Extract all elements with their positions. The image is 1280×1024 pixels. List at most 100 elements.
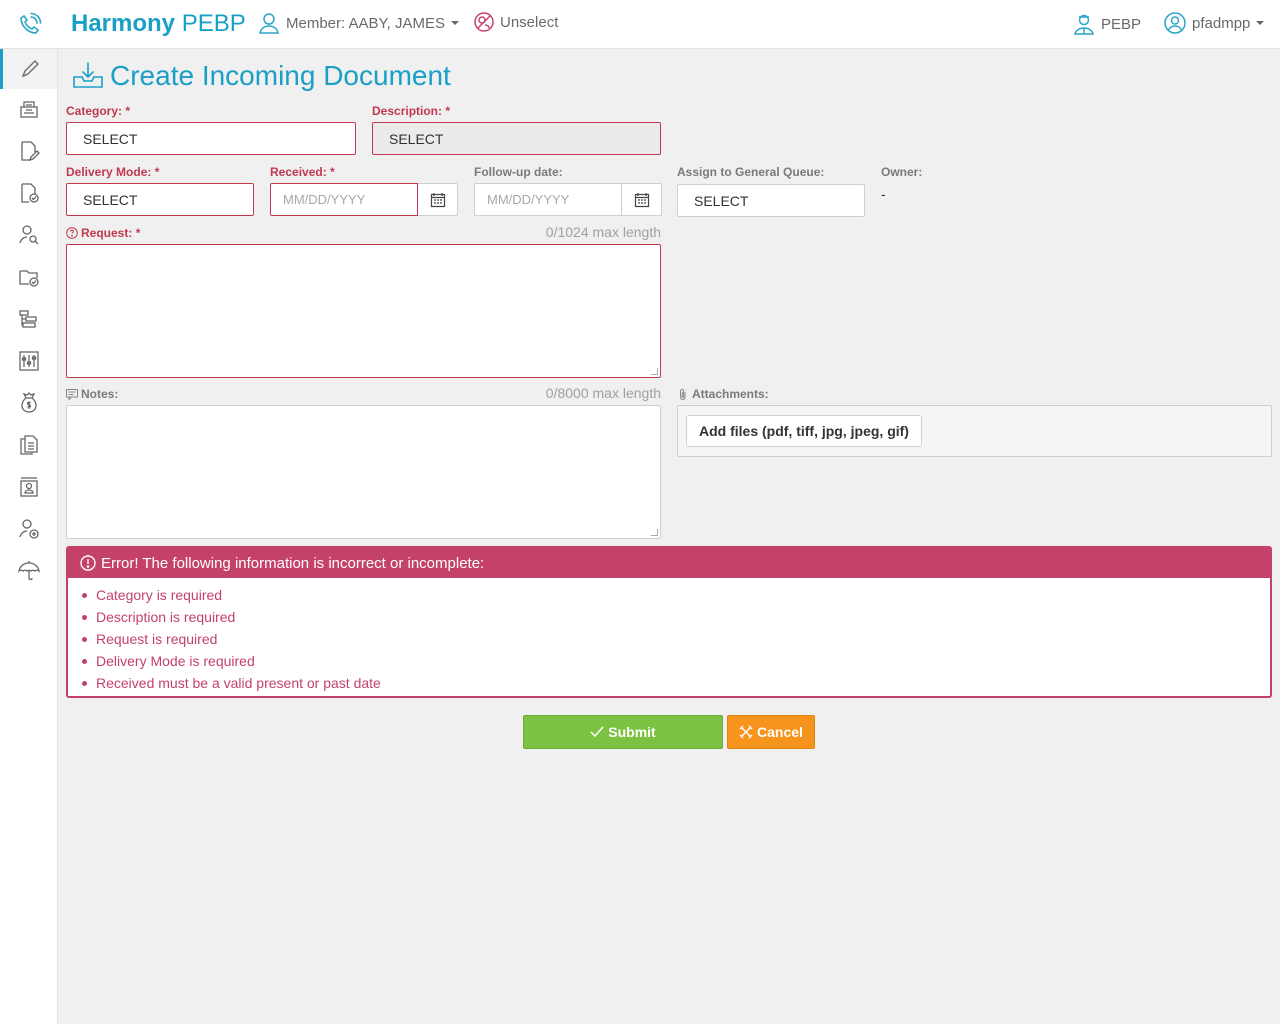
description-label: Description: * — [372, 104, 450, 118]
calendar-icon — [430, 192, 445, 207]
category-select-value: SELECT — [83, 130, 138, 147]
sidebar-item-user-search[interactable] — [0, 215, 57, 255]
cancel-label: Cancel — [757, 724, 803, 740]
resize-handle[interactable] — [651, 368, 658, 375]
sidebar-item-create[interactable] — [0, 49, 57, 89]
user-add-icon — [18, 519, 39, 539]
sliders-icon — [18, 351, 39, 371]
sidebar-item-add-user[interactable] — [0, 509, 57, 549]
unselect-button[interactable]: Unselect — [474, 12, 558, 32]
notes-label-text: Notes: — [81, 387, 119, 401]
received-calendar-button[interactable] — [418, 183, 458, 216]
required-mark: * — [125, 104, 131, 118]
sidebar-item-copy-documents[interactable] — [0, 425, 57, 465]
queue-label: Assign to General Queue: — [677, 165, 825, 179]
received-date-input[interactable]: MM/DD/YYYY — [270, 183, 418, 216]
sidebar-item-documents[interactable] — [0, 89, 57, 129]
description-label-text: Description: — [372, 104, 443, 118]
user-menu[interactable]: pfadmpp — [1164, 12, 1265, 34]
delivery-mode-label-text: Delivery Mode: — [66, 165, 152, 179]
help-icon[interactable] — [66, 227, 78, 239]
error-item: Received must be a valid present or past… — [82, 672, 1270, 694]
alert-icon — [80, 555, 96, 571]
cancel-button[interactable]: Cancel — [727, 715, 815, 749]
unselect-label: Unselect — [500, 13, 559, 31]
resize-handle[interactable] — [651, 529, 658, 536]
category-label: Category: * — [66, 104, 130, 118]
queue-select-value: SELECT — [694, 192, 749, 209]
notes-counter: 0/8000 max length — [545, 385, 661, 401]
followup-date-placeholder: MM/DD/YYYY — [487, 192, 570, 207]
pencil-icon — [21, 60, 39, 78]
attachments-dropzone[interactable]: Add files (pdf, tiff, jpg, jpeg, gif) — [677, 405, 1272, 457]
owner-value: - — [881, 186, 886, 202]
sidebar-item-hierarchy[interactable] — [0, 299, 57, 339]
followup-label: Follow-up date: — [474, 165, 563, 179]
received-date-picker: MM/DD/YYYY — [270, 183, 458, 216]
request-label: Request: * — [66, 226, 140, 240]
request-label-text: Request: — [81, 226, 133, 240]
received-label: Received: * — [270, 165, 335, 179]
followup-calendar-button[interactable] — [622, 183, 662, 216]
delivery-mode-select[interactable]: SELECT — [66, 183, 254, 216]
document-check-icon — [20, 183, 39, 203]
sidebar-item-folder-check[interactable] — [0, 257, 57, 297]
submit-label: Submit — [608, 724, 656, 740]
context-label: PEBP — [1101, 15, 1142, 33]
owner-label: Owner: — [881, 165, 923, 179]
user-icon — [259, 13, 279, 34]
sidebar-item-document-edit[interactable] — [0, 131, 57, 171]
calendar-icon — [634, 192, 649, 207]
delivery-mode-select-value: SELECT — [83, 191, 138, 208]
page-title-text: Create Incoming Document — [110, 60, 451, 91]
sidebar-item-document-check[interactable] — [0, 173, 57, 213]
close-icon — [739, 725, 753, 739]
sidebar-item-settings[interactable] — [0, 341, 57, 381]
admin-user-icon — [1074, 14, 1094, 35]
folder-check-icon — [18, 270, 39, 287]
umbrella-icon — [17, 561, 40, 581]
received-label-text: Received: — [270, 165, 327, 179]
error-item: Description is required — [82, 606, 1270, 628]
required-mark: * — [445, 104, 451, 118]
received-date-placeholder: MM/DD/YYYY — [283, 192, 366, 207]
paperclip-icon — [680, 388, 686, 400]
required-mark: * — [154, 165, 160, 179]
sidebar-item-insurance[interactable] — [0, 551, 57, 591]
member-dropdown[interactable]: Member: AABY, JAMES — [258, 12, 459, 34]
copy-documents-icon — [19, 435, 38, 455]
error-item: Delivery Mode is required — [82, 650, 1270, 672]
category-select[interactable]: SELECT — [66, 122, 356, 155]
brand-suffix: PEBP — [181, 10, 246, 37]
notes-textarea[interactable] — [66, 405, 661, 539]
add-files-button[interactable]: Add files (pdf, tiff, jpg, jpeg, gif) — [686, 415, 922, 447]
followup-date-input[interactable]: MM/DD/YYYY — [474, 183, 622, 216]
sidebar — [0, 49, 58, 1024]
app-brand[interactable]: Harmony PEBP — [71, 10, 246, 38]
check-icon — [590, 726, 604, 738]
description-select[interactable]: SELECT — [372, 122, 661, 155]
error-summary: Error! The following information is inco… — [66, 546, 1272, 698]
phone-icon[interactable] — [16, 12, 42, 38]
comment-icon — [66, 389, 78, 400]
error-header: Error! The following information is inco… — [68, 548, 1270, 578]
request-textarea[interactable] — [66, 244, 661, 378]
sidebar-item-contacts[interactable] — [0, 467, 57, 507]
top-bar: Harmony PEBP Member: AABY, JAMES Unselec… — [0, 0, 1280, 49]
error-item: Category is required — [82, 584, 1270, 606]
chevron-down-icon — [1256, 21, 1265, 25]
submit-button[interactable]: Submit — [523, 715, 723, 749]
unselect-icon — [474, 12, 494, 32]
user-search-icon — [18, 225, 38, 245]
page-title: Create Incoming Document — [72, 60, 451, 92]
followup-date-picker: MM/DD/YYYY — [474, 183, 662, 216]
inbox-download-icon — [73, 62, 103, 88]
user-circle-icon — [1164, 12, 1186, 34]
attachments-label-text: Attachments: — [692, 387, 769, 401]
required-mark: * — [135, 226, 141, 240]
sidebar-item-finance[interactable] — [0, 383, 57, 423]
context-switcher[interactable]: PEBP — [1073, 13, 1141, 35]
notes-label: Notes: — [66, 387, 118, 401]
hierarchy-icon — [18, 310, 37, 328]
queue-select[interactable]: SELECT — [677, 184, 865, 217]
